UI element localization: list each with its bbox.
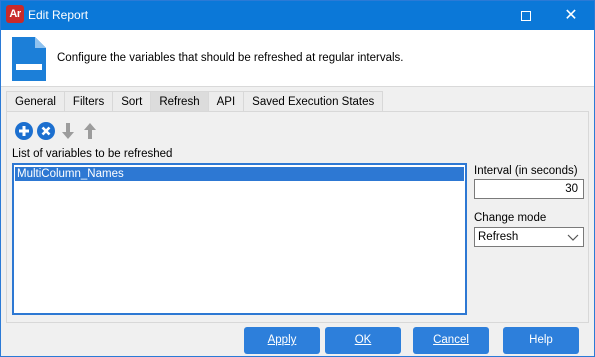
- apply-button[interactable]: Apply: [244, 327, 320, 354]
- variables-list[interactable]: MultiColumn_Names: [12, 163, 467, 315]
- variables-toolbar: [14, 121, 100, 141]
- move-up-icon[interactable]: [80, 121, 100, 141]
- cancel-button-label: Cancel: [433, 334, 469, 346]
- ok-button-label: OK: [354, 334, 372, 346]
- change-mode-select[interactable]: Refresh: [474, 227, 584, 247]
- edit-report-dialog: Ar Edit Report ✕ Configure the variables…: [0, 0, 595, 357]
- cancel-button[interactable]: Cancel: [413, 327, 489, 354]
- variables-list-label: List of variables to be refreshed: [12, 148, 173, 160]
- close-icon: ✕: [564, 6, 578, 24]
- remove-icon[interactable]: [36, 121, 56, 141]
- header-description: Configure the variables that should be r…: [57, 52, 404, 64]
- chevron-down-icon: [567, 234, 579, 241]
- close-button[interactable]: ✕: [548, 1, 594, 30]
- title-bar[interactable]: Ar Edit Report ✕: [1, 1, 594, 30]
- interval-input[interactable]: [474, 179, 584, 199]
- help-button-label: Help: [529, 334, 553, 346]
- tab-filters[interactable]: Filters: [63, 91, 114, 111]
- tab-api[interactable]: API: [207, 91, 245, 111]
- document-icon: [12, 37, 46, 81]
- dialog-header: Configure the variables that should be r…: [1, 30, 594, 87]
- app-logo-icon: Ar: [6, 5, 24, 23]
- add-icon[interactable]: [14, 121, 34, 141]
- window-title: Edit Report: [28, 8, 89, 22]
- change-mode-value: Refresh: [478, 231, 519, 243]
- interval-label: Interval (in seconds): [474, 165, 578, 177]
- apply-button-label: Apply: [267, 334, 297, 346]
- help-button[interactable]: Help: [503, 327, 579, 354]
- maximize-icon: [521, 10, 531, 21]
- move-down-icon[interactable]: [58, 121, 78, 141]
- maximize-button[interactable]: [503, 1, 549, 30]
- ok-button[interactable]: OK: [325, 327, 401, 354]
- change-mode-label: Change mode: [474, 212, 547, 224]
- list-item[interactable]: MultiColumn_Names: [15, 167, 464, 181]
- tab-strip: General Filters Sort Refresh API Saved E…: [6, 91, 384, 111]
- tab-general[interactable]: General: [6, 91, 65, 111]
- tab-sort[interactable]: Sort: [112, 91, 152, 111]
- tab-refresh[interactable]: Refresh: [150, 91, 209, 111]
- tab-saved-execution-states[interactable]: Saved Execution States: [243, 91, 384, 111]
